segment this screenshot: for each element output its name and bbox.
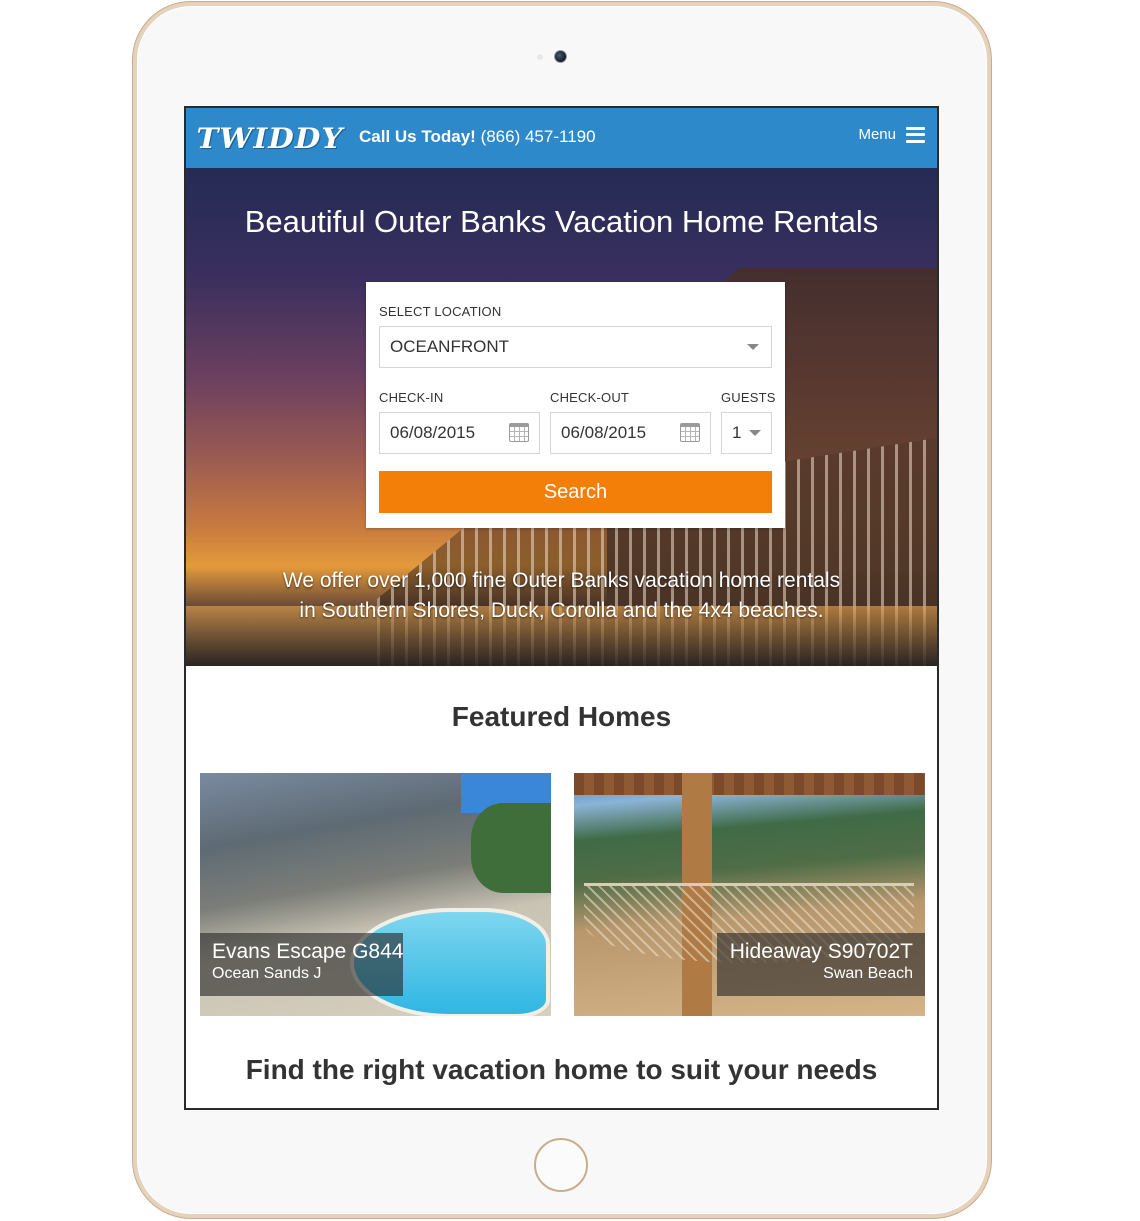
- checkin-value: 06/08/2015: [390, 423, 476, 442]
- twiddy-logo[interactable]: TWIDDY: [197, 122, 344, 155]
- photo-roof: [574, 773, 925, 795]
- phone-number[interactable]: (866) 457-1190: [481, 127, 596, 146]
- guests-value: 1: [732, 423, 742, 442]
- front-camera: [554, 50, 567, 63]
- featured-home-card[interactable]: Hideaway S90702T Swan Beach: [574, 773, 925, 1016]
- home-location: Ocean Sands J: [212, 965, 322, 982]
- card-caption: Hideaway S90702T Swan Beach: [717, 933, 925, 996]
- checkout-label: CHECK-OUT: [550, 390, 630, 405]
- call-us[interactable]: Call Us Today! (866) 457-1190: [359, 127, 596, 147]
- chevron-down-icon: [749, 430, 761, 436]
- location-select[interactable]: OCEANFRONT: [379, 326, 772, 368]
- guests-select[interactable]: 1: [721, 412, 772, 454]
- hero-title: Beautiful Outer Banks Vacation Home Rent…: [244, 204, 879, 239]
- featured-home-card[interactable]: Evans Escape G844 Ocean Sands J: [200, 773, 551, 1016]
- photo-trees: [471, 803, 551, 893]
- location-label: SELECT LOCATION: [379, 304, 502, 319]
- home-location: Swan Beach: [823, 965, 913, 982]
- checkin-label: CHECK-IN: [379, 390, 444, 405]
- home-name: Hideaway S90702T: [729, 940, 913, 963]
- search-button[interactable]: Search: [379, 471, 772, 513]
- light-sensor: [537, 54, 543, 60]
- hero-banner: Beautiful Outer Banks Vacation Home Rent…: [186, 168, 937, 666]
- menu-button[interactable]: Menu: [858, 126, 925, 143]
- hero-copy-line1: We offer over 1,000 fine Outer Banks vac…: [282, 569, 841, 592]
- guests-label: GUESTS: [721, 390, 776, 405]
- hero-copy-line2: in Southern Shores, Duck, Corolla and th…: [299, 599, 824, 622]
- featured-homes-heading: Featured Homes: [451, 701, 672, 732]
- location-value: OCEANFRONT: [390, 337, 509, 356]
- needs-heading: Find the right vacation home to suit you…: [245, 1054, 878, 1085]
- hero-description: We offer over 1,000 fine Outer Banks vac…: [186, 566, 937, 626]
- calendar-icon[interactable]: [680, 423, 700, 442]
- checkout-value: 06/08/2015: [561, 423, 647, 442]
- calendar-icon[interactable]: [509, 423, 529, 442]
- chevron-down-icon: [747, 344, 759, 350]
- menu-label: Menu: [858, 126, 896, 143]
- home-name: Evans Escape G844: [212, 940, 404, 963]
- call-label: Call Us Today!: [359, 127, 476, 146]
- checkout-field[interactable]: 06/08/2015: [550, 412, 711, 454]
- home-button[interactable]: [534, 1138, 588, 1192]
- search-form: SELECT LOCATION OCEANFRONT CHECK-IN 06/0…: [366, 282, 785, 528]
- hamburger-icon: [906, 126, 925, 143]
- checkin-field[interactable]: 06/08/2015: [379, 412, 540, 454]
- card-caption: Evans Escape G844 Ocean Sands J: [200, 933, 403, 996]
- tablet-screen: TWIDDY Call Us Today! (866) 457-1190 Men…: [184, 106, 939, 1110]
- site-header: TWIDDY Call Us Today! (866) 457-1190 Men…: [186, 108, 937, 168]
